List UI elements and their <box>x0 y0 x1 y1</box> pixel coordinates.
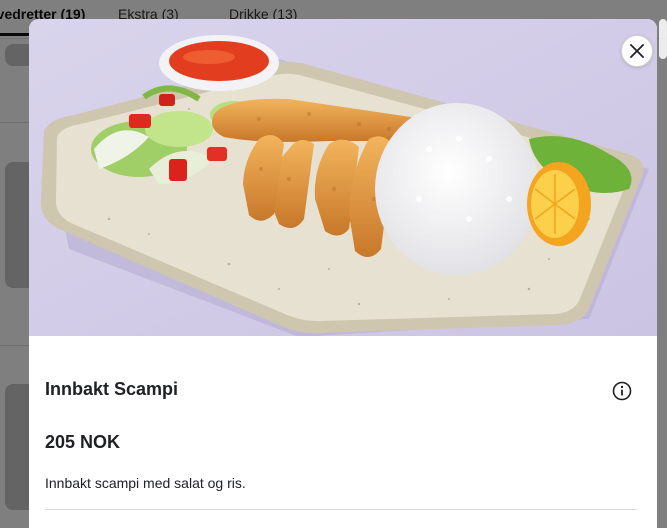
scrollbar-thumb[interactable] <box>659 19 667 59</box>
close-icon <box>630 44 644 58</box>
item-description: Innbakt scampi med salat og ris. <box>45 475 246 491</box>
item-price: 205 NOK <box>45 432 121 452</box>
item-detail-modal: Innbakt Scampi 205 NOK Innbakt scampi me… <box>29 19 657 528</box>
divider <box>45 509 637 510</box>
info-icon <box>612 381 632 401</box>
item-title: Innbakt Scampi <box>45 379 179 399</box>
item-image <box>29 19 657 336</box>
close-button[interactable] <box>621 35 653 67</box>
food-photo <box>29 19 657 336</box>
info-button[interactable] <box>611 380 633 402</box>
